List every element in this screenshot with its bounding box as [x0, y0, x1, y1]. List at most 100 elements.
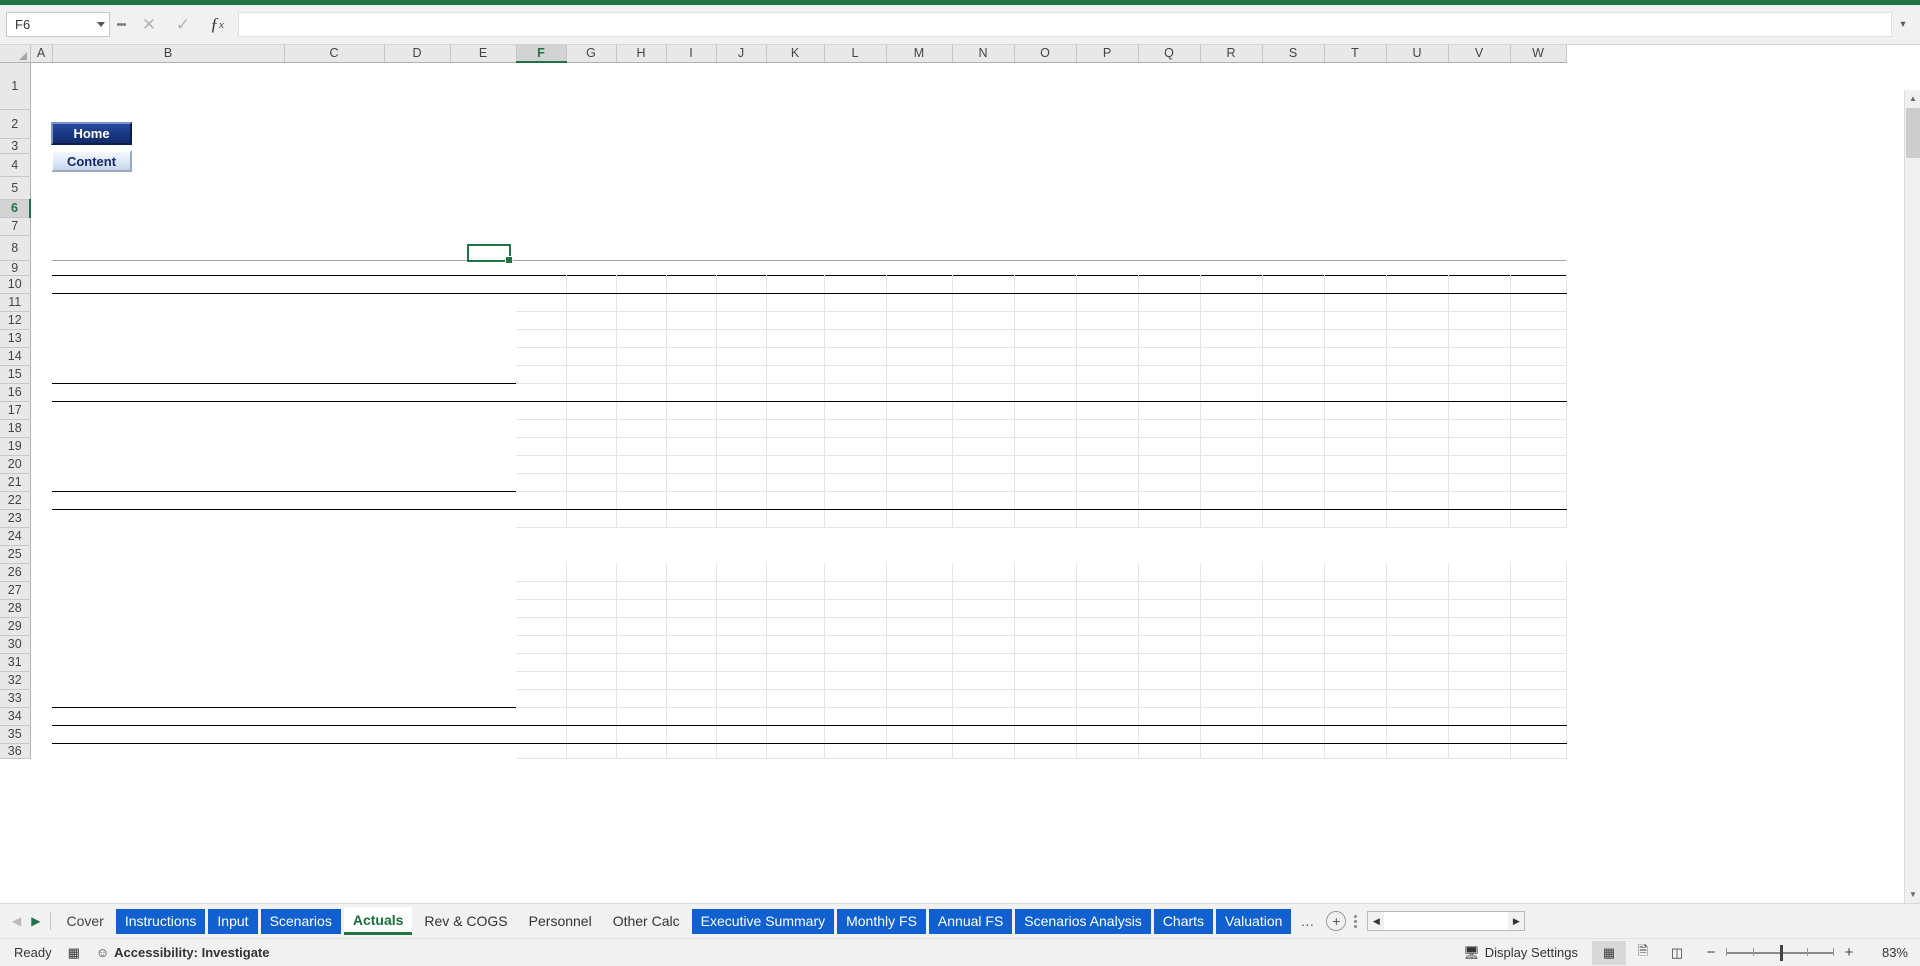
cell-r26-m10[interactable] — [1014, 563, 1077, 582]
cell-r31-m1[interactable] — [516, 653, 567, 672]
cell-r22-m1[interactable] — [516, 490, 567, 510]
cell-r19-m4[interactable] — [666, 437, 717, 456]
sheet-tab-annual-fs[interactable]: Annual FS — [928, 908, 1013, 934]
cell-r35-m16[interactable] — [1386, 724, 1449, 744]
cell-r20-m14[interactable] — [1262, 455, 1325, 474]
sheet-nav-arrows[interactable]: ◀ ▶ — [8, 914, 50, 928]
cell-r10-m13[interactable] — [1200, 274, 1263, 294]
cell-r21-m16[interactable] — [1386, 473, 1449, 492]
column-header-O[interactable]: O — [1014, 45, 1077, 63]
cell-r32-m18[interactable] — [1510, 671, 1567, 690]
row-header-5[interactable]: 5 — [0, 176, 31, 200]
cell-r10-m5[interactable] — [716, 274, 767, 294]
cell-r12-m4[interactable] — [666, 311, 717, 330]
row-header-31[interactable]: 31 — [0, 653, 31, 672]
cell-r28-m13[interactable] — [1200, 599, 1263, 618]
cell-r33-m7[interactable] — [824, 689, 887, 708]
cell-r22-m17[interactable] — [1448, 490, 1511, 510]
content-button[interactable]: Content — [51, 150, 132, 172]
home-button[interactable]: Home — [51, 122, 132, 145]
cell-r26-m7[interactable] — [824, 563, 887, 582]
cell-r16-m17[interactable] — [1448, 382, 1511, 402]
cell-r26-m12[interactable] — [1138, 563, 1201, 582]
input-cell-m13[interactable] — [1200, 199, 1262, 217]
sheet-tab-instructions[interactable]: Instructions — [115, 908, 206, 934]
cell-r34-m18[interactable] — [1510, 706, 1567, 726]
cell-r23-m15[interactable] — [1324, 509, 1387, 528]
cell-r32-m1[interactable] — [516, 671, 567, 690]
cell-r31-m5[interactable] — [716, 653, 767, 672]
zoom-track[interactable] — [1726, 944, 1834, 961]
cancel-icon[interactable]: ✕ — [132, 12, 166, 38]
cell-r21-m7[interactable] — [824, 473, 887, 492]
cell-r12-m13[interactable] — [1200, 311, 1263, 330]
cell-r23-m16[interactable] — [1386, 509, 1449, 528]
cell-r27-m5[interactable] — [716, 581, 767, 600]
cell-r18-m15[interactable] — [1324, 419, 1387, 438]
cell-r11-m12[interactable] — [1138, 293, 1201, 312]
cell-r31-m8[interactable] — [886, 653, 953, 672]
cell-r17-m7[interactable] — [824, 401, 887, 420]
cell-r27-m10[interactable] — [1014, 581, 1077, 600]
chevron-down-icon[interactable] — [97, 22, 105, 27]
cell-r34-m14[interactable] — [1262, 706, 1325, 726]
cell-r36-m14[interactable] — [1262, 743, 1325, 759]
column-header-G[interactable]: G — [566, 45, 617, 63]
cell-r18-m3[interactable] — [616, 419, 667, 438]
cell-r18-m1[interactable] — [516, 419, 567, 438]
cell-r20-m8[interactable] — [886, 455, 953, 474]
cell-r28-m3[interactable] — [616, 599, 667, 618]
cell-r31-m4[interactable] — [666, 653, 717, 672]
cell-r10-m14[interactable] — [1262, 274, 1325, 294]
cell-r11-m5[interactable] — [716, 293, 767, 312]
cell-r15-m17[interactable] — [1448, 365, 1511, 384]
cell-r34-m1[interactable] — [516, 706, 567, 726]
cell-r23-m10[interactable] — [1014, 509, 1077, 528]
cell-r18-m14[interactable] — [1262, 419, 1325, 438]
cell-r16-m1[interactable] — [516, 382, 567, 402]
cell-r15-m5[interactable] — [716, 365, 767, 384]
cell-r18-m8[interactable] — [886, 419, 953, 438]
cell-r36-m17[interactable] — [1448, 743, 1511, 759]
column-header-I[interactable]: I — [666, 45, 717, 63]
cell-r28-m9[interactable] — [952, 599, 1015, 618]
cell-r27-m11[interactable] — [1076, 581, 1139, 600]
cell-r15-m14[interactable] — [1262, 365, 1325, 384]
cell-r31-m16[interactable] — [1386, 653, 1449, 672]
row-header-3[interactable]: 3 — [0, 138, 31, 154]
cell-r32-m16[interactable] — [1386, 671, 1449, 690]
row-header-2[interactable]: 2 — [0, 109, 31, 139]
row-header-23[interactable]: 23 — [0, 509, 31, 528]
cell-r32-m4[interactable] — [666, 671, 717, 690]
select-all-corner[interactable] — [0, 45, 31, 63]
cell-r13-m12[interactable] — [1138, 329, 1201, 348]
cell-r17-m13[interactable] — [1200, 401, 1263, 420]
cell-r20-m12[interactable] — [1138, 455, 1201, 474]
cell-r28-m7[interactable] — [824, 599, 887, 618]
cell-r10-m6[interactable] — [766, 274, 825, 294]
cell-r35-m10[interactable] — [1014, 724, 1077, 744]
cell-r34-m13[interactable] — [1200, 706, 1263, 726]
cell-r33-m12[interactable] — [1138, 689, 1201, 708]
cell-r35-m4[interactable] — [666, 724, 717, 744]
column-header-J[interactable]: J — [716, 45, 767, 63]
cell-r11-m18[interactable] — [1510, 293, 1567, 312]
row-header-32[interactable]: 32 — [0, 671, 31, 690]
cell-r30-m16[interactable] — [1386, 635, 1449, 654]
cell-r17-m12[interactable] — [1138, 401, 1201, 420]
cell-r31-m13[interactable] — [1200, 653, 1263, 672]
cell-r20-m9[interactable] — [952, 455, 1015, 474]
cell-r29-m17[interactable] — [1448, 617, 1511, 636]
cell-r23-m6[interactable] — [766, 509, 825, 528]
cell-r31-m6[interactable] — [766, 653, 825, 672]
cell-r14-m16[interactable] — [1386, 347, 1449, 366]
cell-r17-m8[interactable] — [886, 401, 953, 420]
cell-r26-m13[interactable] — [1200, 563, 1263, 582]
input-cell-m12[interactable] — [1138, 199, 1200, 217]
sheet-tab-cover[interactable]: Cover — [57, 909, 112, 934]
row-header-11[interactable]: 11 — [0, 293, 31, 312]
cell-r17-m6[interactable] — [766, 401, 825, 420]
cell-r36-m3[interactable] — [616, 743, 667, 759]
cell-r27-m3[interactable] — [616, 581, 667, 600]
cell-r27-m17[interactable] — [1448, 581, 1511, 600]
